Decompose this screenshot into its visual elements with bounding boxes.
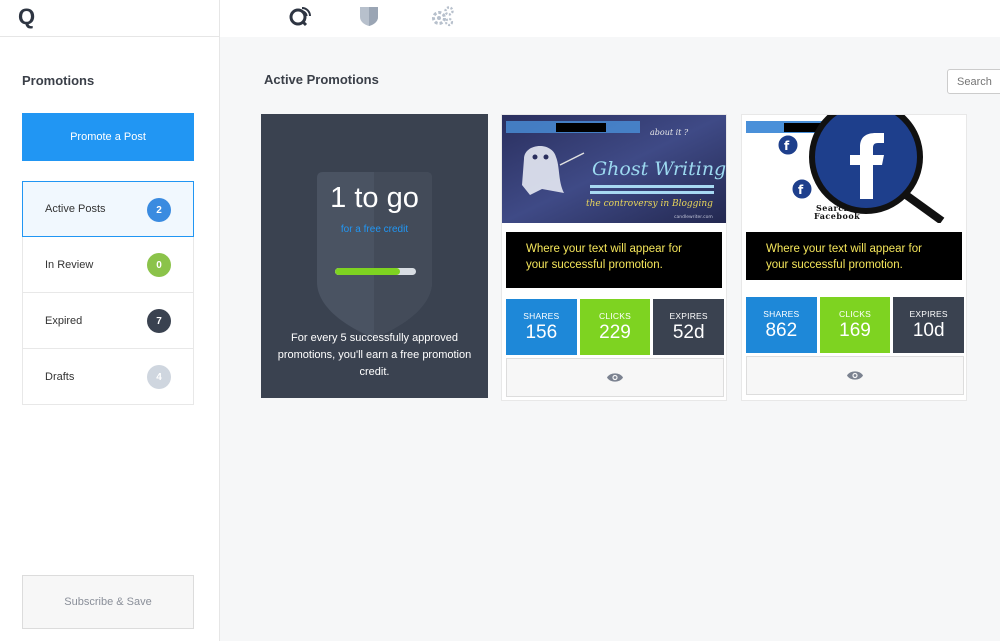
stat-shares: SHARES 862 [746, 297, 817, 353]
eye-icon [607, 373, 623, 382]
stat-expires: EXPIRES 10d [893, 297, 965, 353]
sidebar-item-active-posts[interactable]: Active Posts 2 [22, 181, 194, 237]
stat-expires: EXPIRES 52d [653, 299, 725, 355]
search-input[interactable] [947, 69, 1000, 94]
stat-shares: SHARES 156 [506, 299, 577, 355]
stat-clicks: CLICKS 169 [819, 297, 891, 353]
promotion-text: Where your text will appear for your suc… [746, 232, 962, 280]
credit-description: For every 5 successfully approved promot… [277, 332, 472, 378]
image-subtitle: the controversy in Blogging [586, 199, 713, 209]
image-headline: Ghost Writing [592, 158, 726, 180]
image-tag-text: about it ? [650, 128, 689, 137]
credit-count: 1 to go [330, 182, 419, 214]
sidebar-item-in-review[interactable]: In Review 0 [22, 237, 194, 293]
promotion-card: f f Search Facebook Where your text will… [741, 114, 967, 401]
sidebar-list: Active Posts 2 In Review 0 Expired 7 Dra… [22, 181, 194, 405]
svg-text:f: f [784, 139, 790, 153]
sidebar-item-drafts[interactable]: Drafts 4 [22, 349, 194, 405]
brand-area: Q [0, 0, 220, 37]
logo[interactable]: Q [18, 4, 35, 30]
page-title: Active Promotions [264, 72, 379, 87]
count-badge: 7 [147, 309, 171, 333]
promote-post-button[interactable]: Promote a Post [22, 113, 194, 161]
count-badge: 0 [147, 253, 171, 277]
subscribe-save-button[interactable]: Subscribe & Save [22, 575, 194, 629]
shield-icon[interactable] [356, 5, 382, 27]
feed-icon[interactable] [288, 5, 314, 27]
count-badge: 2 [147, 198, 171, 222]
search-facebook-image: f f Search Facebook [742, 115, 966, 223]
stats-row: SHARES 156 CLICKS 229 EXPIRES 52d [506, 299, 725, 355]
count-badge: 4 [147, 365, 171, 389]
promotion-card: about it ? Ghost Writing the controversy… [501, 114, 727, 401]
credit-card: 1 to go for a free credit For every 5 su… [261, 114, 488, 398]
image-credit: candlewriter.com [674, 214, 713, 220]
view-post-button[interactable] [746, 356, 964, 395]
sidebar: Promotions Promote a Post Active Posts 2… [0, 37, 220, 641]
sidebar-item-expired[interactable]: Expired 7 [22, 293, 194, 349]
credit-subtext: for a free credit [340, 224, 409, 235]
stat-clicks: CLICKS 229 [579, 299, 651, 355]
ghost-writing-image: about it ? Ghost Writing the controversy… [502, 115, 726, 223]
post-image[interactable]: f f Search Facebook [742, 115, 966, 223]
gears-icon[interactable] [430, 5, 456, 27]
sidebar-title: Promotions [22, 73, 95, 88]
post-image[interactable]: about it ? Ghost Writing the controversy… [502, 115, 726, 223]
promotion-text: Where your text will appear for your suc… [506, 232, 722, 288]
progress-fill [335, 268, 400, 275]
eye-icon [847, 371, 863, 380]
view-post-button[interactable] [506, 358, 724, 397]
svg-text:f: f [798, 183, 804, 197]
stats-row: SHARES 862 CLICKS 169 EXPIRES 10d [746, 297, 965, 353]
top-bar: Q [0, 0, 1000, 37]
credit-progress-bar [335, 268, 416, 275]
